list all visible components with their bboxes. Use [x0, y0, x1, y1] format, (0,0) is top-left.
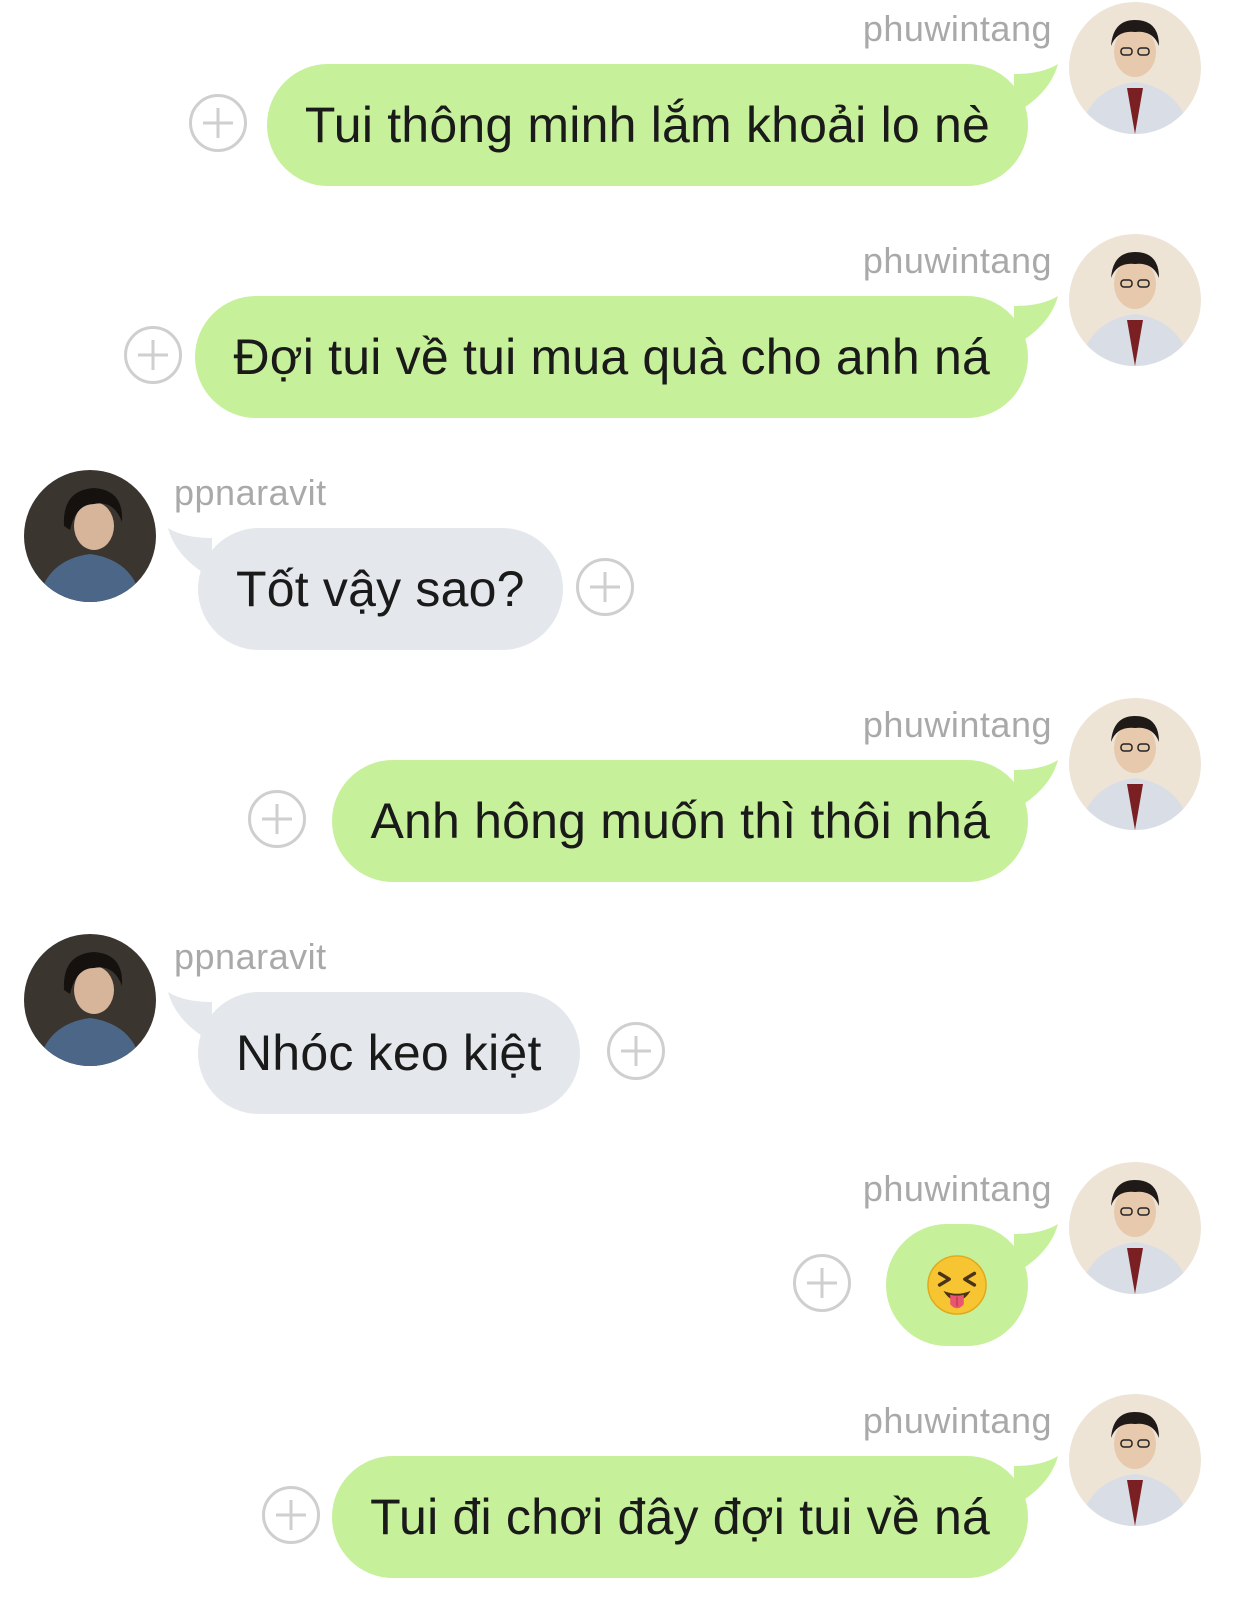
bubble-wrapper: Nhóc keo kiệt [168, 992, 580, 1114]
add-reaction-button[interactable] [607, 1022, 665, 1080]
avatar[interactable] [1069, 1162, 1201, 1294]
avatar[interactable] [24, 934, 156, 1066]
sender-name: phuwintang [862, 704, 1052, 745]
sender-name: phuwintang [862, 1168, 1052, 1209]
avatar-image-phuwintang [1069, 234, 1201, 366]
message-bubble[interactable] [886, 1224, 1028, 1346]
add-reaction-button[interactable] [262, 1486, 320, 1544]
bubble-wrapper: Tốt vậy sao? [168, 528, 563, 650]
squinting-face-with-tongue-icon [927, 1255, 987, 1315]
avatar[interactable] [1069, 698, 1201, 830]
avatar-image-ppnaravit [24, 934, 156, 1066]
avatar[interactable] [1069, 1394, 1201, 1526]
message-row: phuwintang Anh hông muốn thì thôi nhá [0, 698, 1242, 902]
bubble-wrapper: Tui thông minh lắm khoải lo nè [266, 64, 1058, 186]
message-row: phuwintang Tui đi chơi đây đợi tui về ná [0, 1394, 1242, 1598]
add-reaction-button[interactable] [793, 1254, 851, 1312]
avatar-image-ppnaravit [24, 470, 156, 602]
sender-name: ppnaravit [174, 936, 327, 977]
message-row: phuwintang [0, 1162, 1242, 1366]
bubble-wrapper: Đợi tui về tui mua quà cho anh ná [195, 296, 1058, 418]
message-bubble[interactable]: Tốt vậy sao? [198, 528, 563, 650]
avatar[interactable] [1069, 234, 1201, 366]
message-row: ppnaravit Nhóc keo kiệt [0, 934, 1242, 1134]
sender-name: ppnaravit [174, 472, 327, 513]
avatar-image-phuwintang [1069, 698, 1201, 830]
add-reaction-button[interactable] [124, 326, 182, 384]
message-bubble[interactable]: Tui thông minh lắm khoải lo nè [266, 64, 1028, 186]
avatar[interactable] [24, 470, 156, 602]
avatar-image-phuwintang [1069, 1394, 1201, 1526]
avatar-image-phuwintang [1069, 2, 1201, 134]
avatar[interactable] [1069, 2, 1201, 134]
sender-name: phuwintang [862, 240, 1052, 281]
add-reaction-button[interactable] [189, 94, 247, 152]
sender-name: phuwintang [862, 1400, 1052, 1441]
add-reaction-button[interactable] [248, 790, 306, 848]
bubble-wrapper: Tui đi chơi đây đợi tui về ná [332, 1456, 1058, 1578]
avatar-image-phuwintang [1069, 1162, 1201, 1294]
message-row: phuwintang Đợi tui về tui mua quà cho an… [0, 234, 1242, 438]
message-row: phuwintang Tui thông minh lắm khoải lo n… [0, 2, 1242, 206]
sender-name: phuwintang [862, 8, 1052, 49]
bubble-wrapper: Anh hông muốn thì thôi nhá [332, 760, 1058, 882]
message-bubble[interactable]: Nhóc keo kiệt [198, 992, 580, 1114]
bubble-wrapper [886, 1224, 1058, 1346]
add-reaction-button[interactable] [576, 558, 634, 616]
message-row: ppnaravit Tốt vậy sao? [0, 470, 1242, 670]
message-bubble[interactable]: Đợi tui về tui mua quà cho anh ná [195, 296, 1028, 418]
message-bubble[interactable]: Anh hông muốn thì thôi nhá [332, 760, 1028, 882]
message-bubble[interactable]: Tui đi chơi đây đợi tui về ná [332, 1456, 1028, 1578]
